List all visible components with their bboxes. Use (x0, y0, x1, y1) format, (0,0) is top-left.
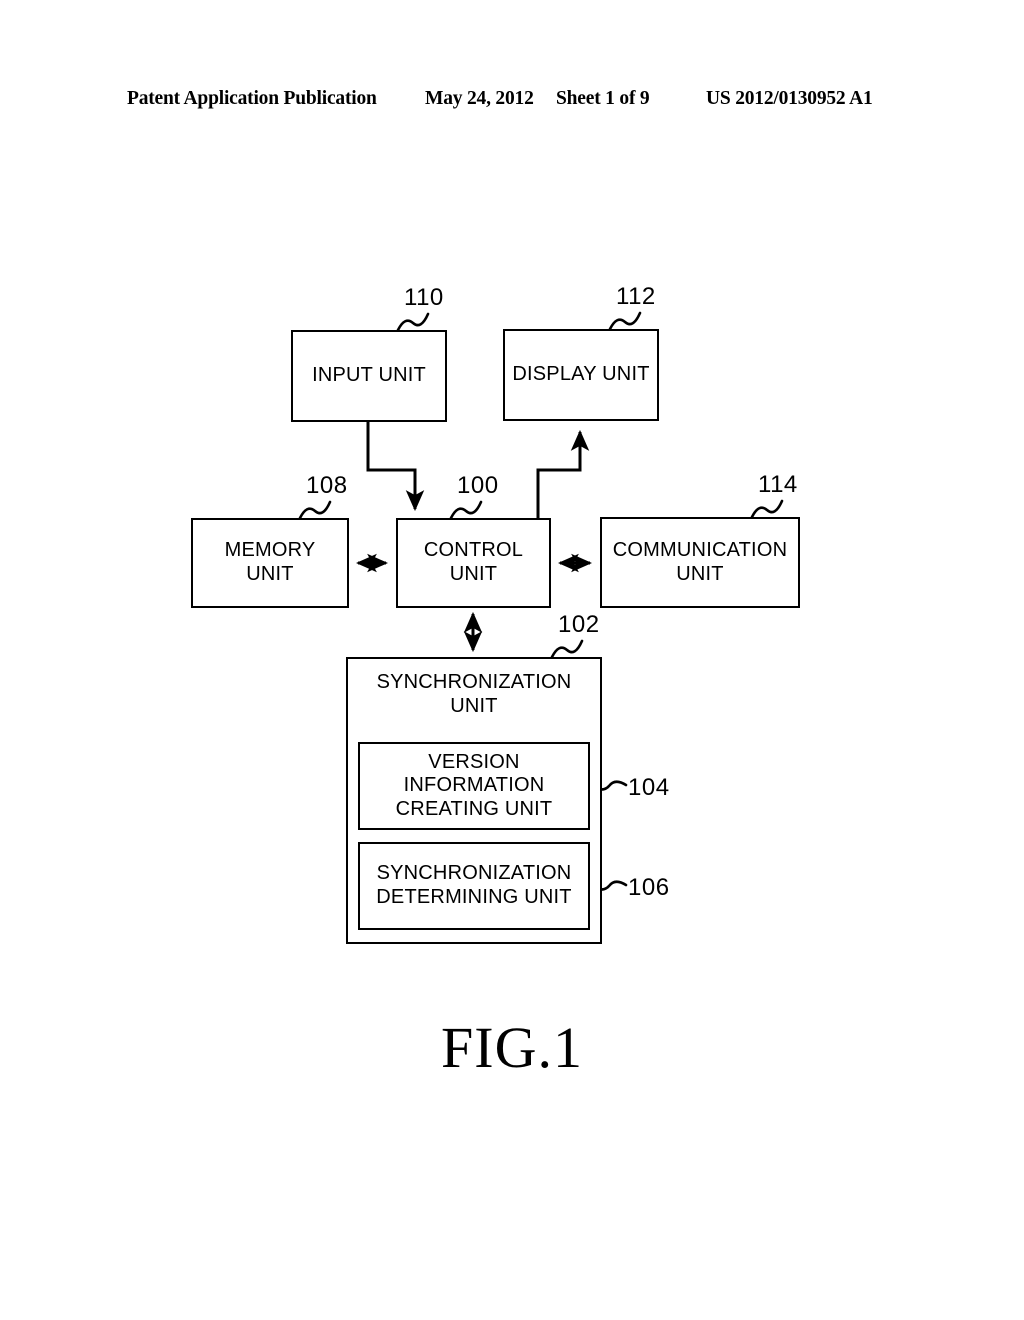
block-synchronization-unit-label: SYNCHRONIZATION UNIT (376, 671, 572, 717)
refnum-104: 104 (628, 774, 670, 801)
block-input-unit-label: INPUT UNIT (312, 364, 426, 387)
refnum-100: 100 (457, 472, 499, 499)
figure-caption: FIG.1 (441, 1015, 583, 1080)
refnum-112: 112 (616, 283, 656, 310)
refnum-102: 102 (558, 611, 600, 638)
block-version-information-creating-unit: VERSION INFORMATION CREATING UNIT (358, 742, 590, 830)
block-communication-unit-label: COMMUNICATION UNIT (612, 538, 788, 585)
block-display-unit: DISPLAY UNIT (503, 329, 659, 421)
refnum-110: 110 (404, 284, 444, 311)
leader-108 (298, 500, 332, 520)
leader-102 (550, 639, 584, 659)
block-input-unit: INPUT UNIT (291, 330, 447, 422)
leader-110 (396, 312, 430, 332)
block-display-unit-label: DISPLAY UNIT (512, 363, 650, 386)
connector-control-unit-to-display-unit (536, 429, 590, 518)
block-control-unit: CONTROL UNIT (396, 518, 551, 608)
block-communication-unit: COMMUNICATION UNIT (600, 517, 800, 608)
refnum-106: 106 (628, 874, 670, 901)
leader-100 (449, 500, 483, 520)
block-memory-unit: MEMORY UNIT (191, 518, 349, 608)
refnum-114: 114 (758, 471, 798, 498)
block-version-information-creating-unit-label: VERSION INFORMATION CREATING UNIT (395, 750, 553, 820)
figure-1-block-diagram: INPUT UNIT 110 DISPLAY UNIT 112 MEMORY U… (0, 0, 1024, 1320)
block-memory-unit-label: MEMORY UNIT (224, 539, 316, 585)
block-synchronization-determining-unit-label: SYNCHRONIZATION DETERMINING UNIT (376, 862, 572, 908)
connector-input-unit-to-control-unit (366, 421, 425, 512)
block-synchronization-determining-unit: SYNCHRONIZATION DETERMINING UNIT (358, 842, 590, 930)
block-control-unit-label: CONTROL UNIT (423, 539, 524, 585)
leader-112 (608, 311, 642, 331)
refnum-108: 108 (306, 472, 348, 499)
leader-114 (750, 499, 784, 519)
